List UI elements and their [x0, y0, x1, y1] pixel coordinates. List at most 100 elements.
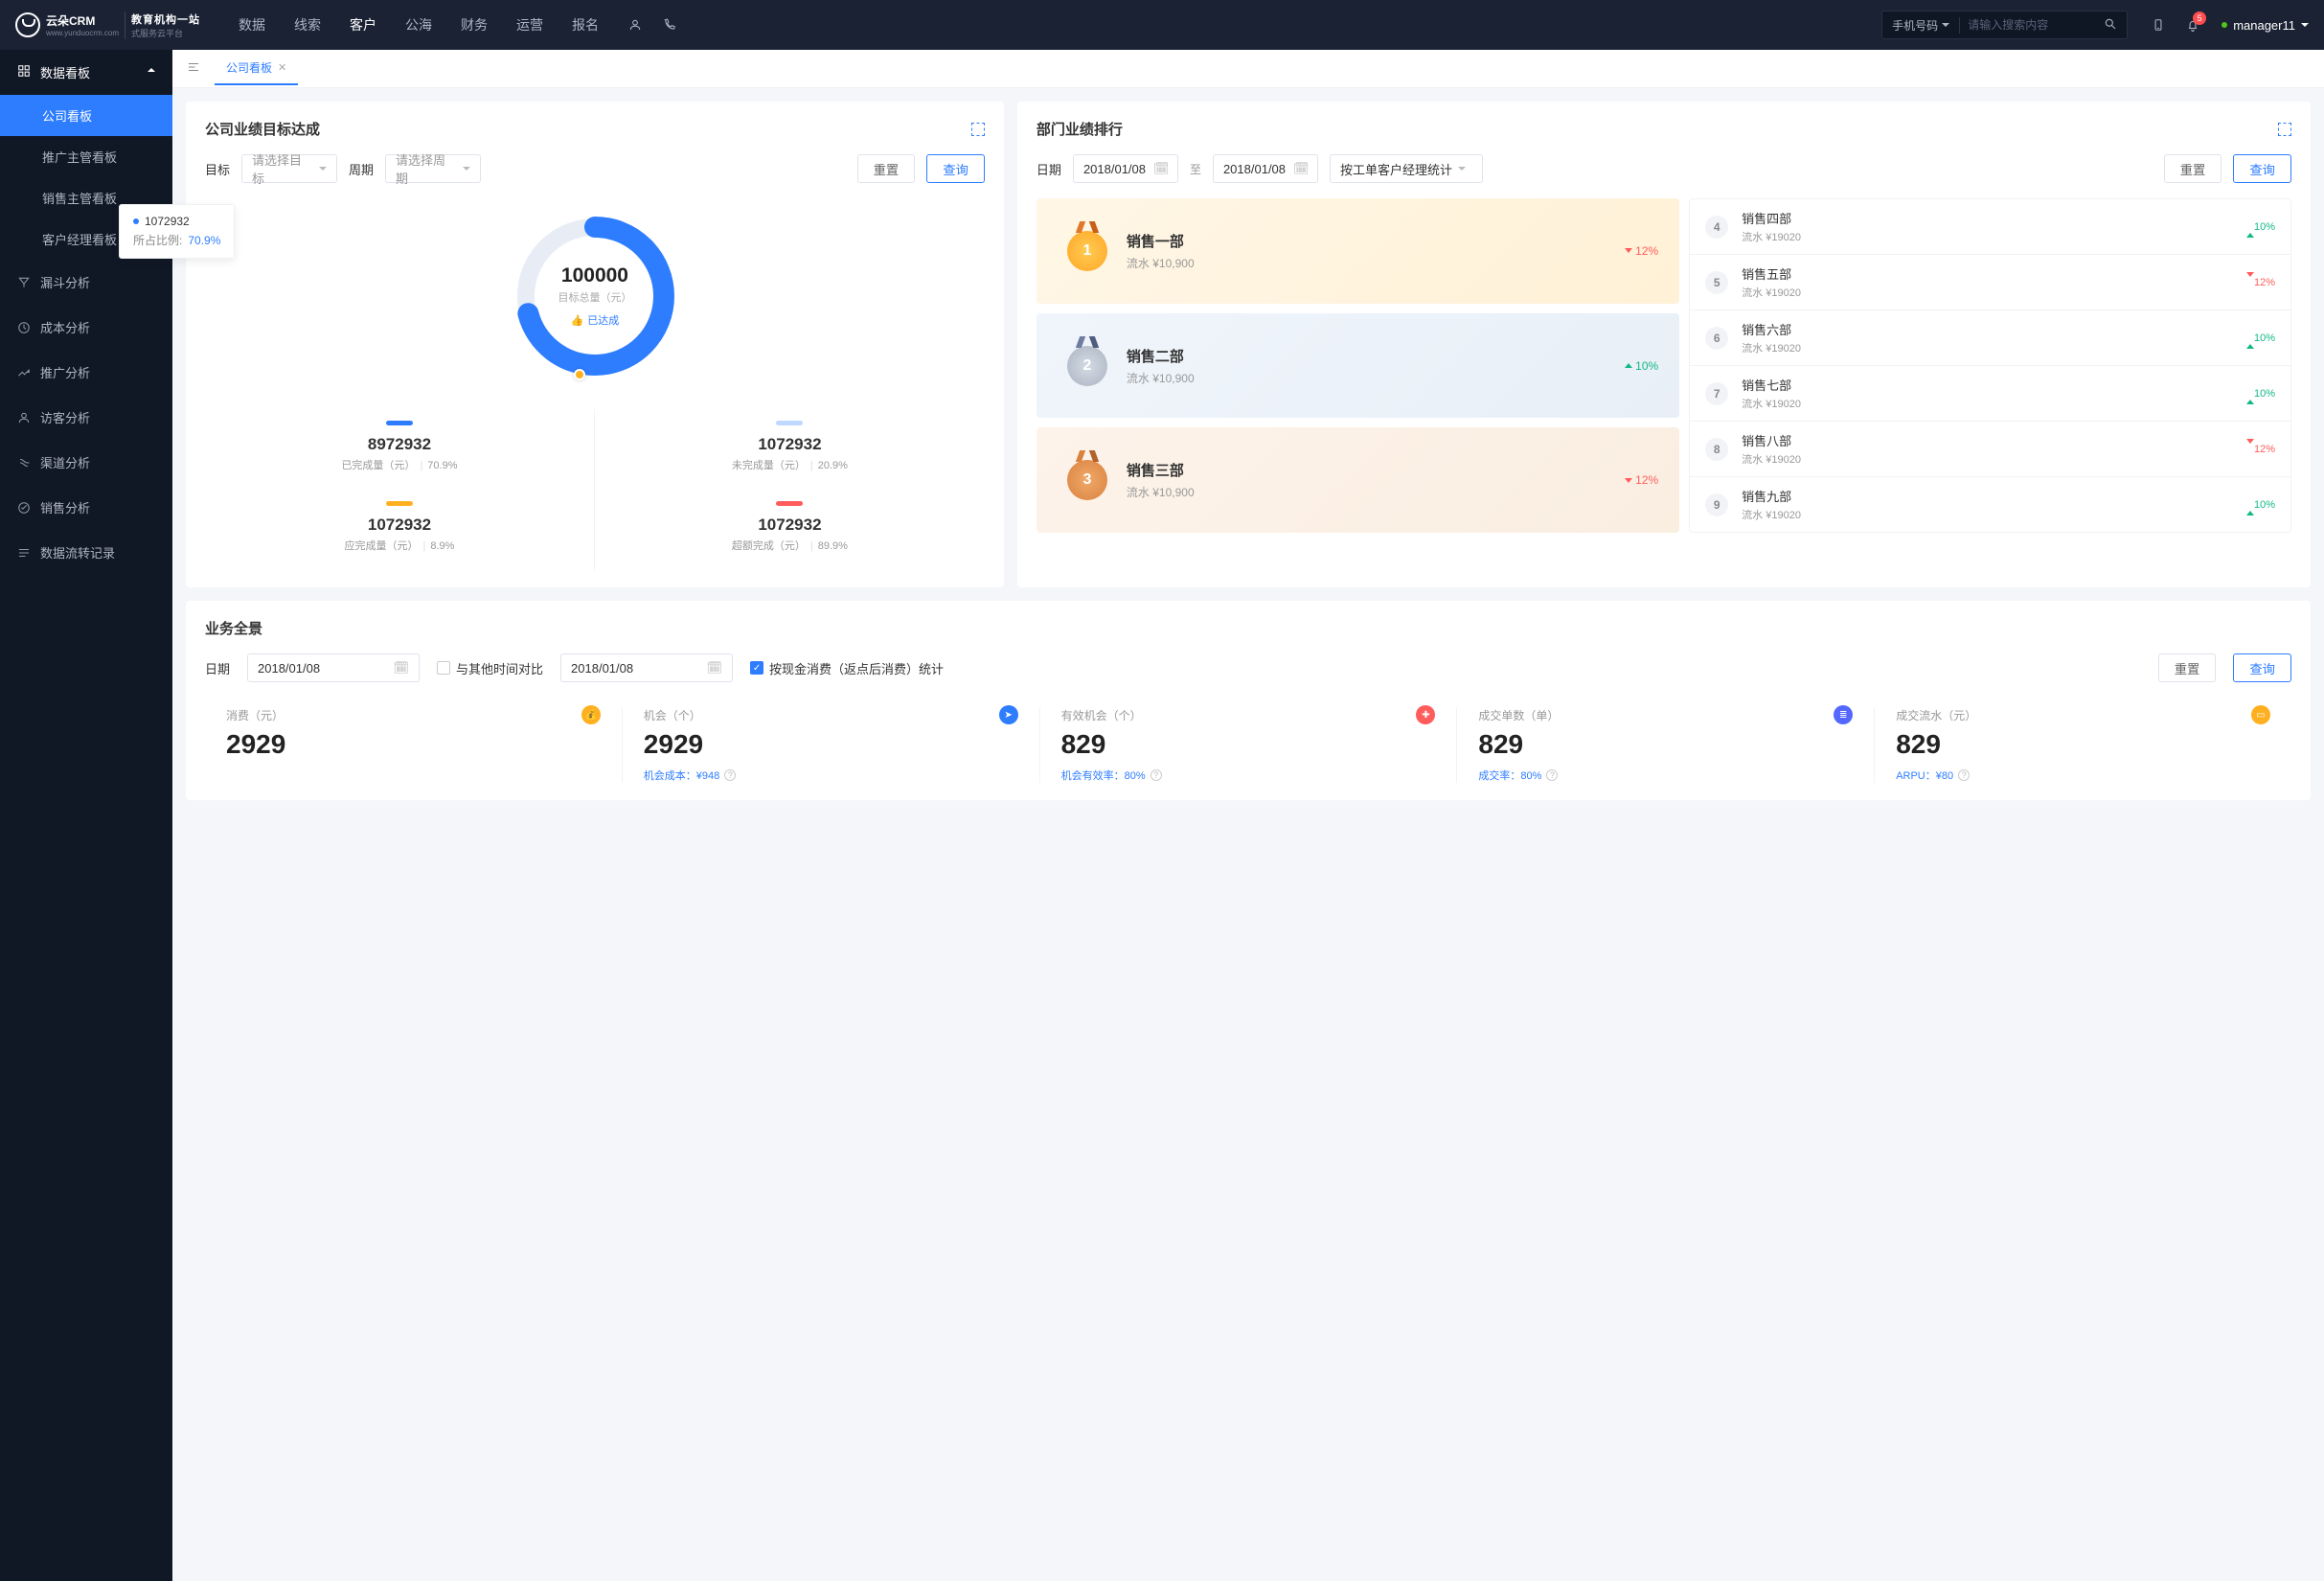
checkbox-label: 按现金消费（返点后消费）统计 — [769, 659, 944, 677]
card-rank: 部门业绩排行 日期 2018/01/08 🗓 至 2018/01/08 🗓 — [1017, 102, 2311, 587]
query-button[interactable]: 查询 — [2233, 154, 2291, 183]
card-title-label: 业务全景 — [205, 618, 262, 638]
donut-total: 100000 — [561, 264, 628, 287]
trend-indicator: 12% — [2246, 444, 2275, 455]
checkbox-label: 与其他时间对比 — [456, 659, 543, 677]
sidebar-item[interactable]: 数据流转记录 — [0, 530, 172, 575]
date-value: 2018/01/08 — [1223, 162, 1286, 176]
help-icon[interactable]: ? — [1151, 769, 1162, 781]
help-icon[interactable]: ? — [724, 769, 736, 781]
rank-number: 8 — [1705, 438, 1728, 461]
topnav-item[interactable]: 数据 — [239, 15, 265, 34]
select-period[interactable]: 请选择周期 — [385, 154, 481, 183]
podium-slot[interactable]: 2销售二部流水 ¥10,90010% — [1037, 313, 1679, 419]
sidebar-icon — [17, 411, 31, 424]
kpi-value: 829 — [1896, 729, 2291, 760]
main: 公司看板 ✕ 公司业绩目标达成 目标 请选择目标 周期 — [172, 0, 2324, 1581]
expand-icon[interactable] — [2278, 123, 2291, 136]
label-date: 日期 — [205, 659, 230, 677]
rank-row[interactable]: 4销售四部流水 ¥1902010% — [1690, 199, 2290, 255]
dept-name: 销售三部 — [1127, 460, 1195, 480]
topnav-item[interactable]: 公海 — [405, 15, 432, 34]
topnav-menu: 数据 线索 客户 公海 财务 运营 报名 — [239, 15, 599, 34]
search-type-select[interactable]: 手机号码 — [1882, 17, 1960, 34]
kpi-card: 机会（个）➤2929机会成本：¥948? — [623, 707, 1040, 783]
user-menu[interactable]: manager11 — [2221, 18, 2309, 33]
username: manager11 — [2233, 18, 2295, 33]
search-icon[interactable] — [2094, 17, 2127, 34]
close-icon[interactable]: ✕ — [278, 61, 286, 74]
chevron-up-icon — [148, 65, 155, 80]
help-icon[interactable]: ? — [1958, 769, 1970, 781]
reset-button[interactable]: 重置 — [2158, 653, 2217, 682]
date-to-input[interactable]: 2018/01/08 🗓 — [1213, 154, 1318, 183]
compare-checkbox[interactable]: 与其他时间对比 — [437, 659, 543, 677]
mobile-icon[interactable] — [2141, 8, 2176, 42]
kpi-card: 消费（元）💰2929 — [205, 707, 623, 783]
select-stat-by[interactable]: 按工单客户经理统计 — [1330, 154, 1483, 183]
kpi-card: 有效机会（个）✚829机会有效率：80%? — [1040, 707, 1458, 783]
rank-row[interactable]: 5销售五部流水 ¥1902012% — [1690, 255, 2290, 310]
help-icon[interactable]: ? — [1546, 769, 1558, 781]
query-button[interactable]: 查询 — [926, 154, 985, 183]
topnav-item[interactable]: 客户 — [350, 15, 376, 34]
cash-checkbox[interactable]: 按现金消费（返点后消费）统计 — [750, 659, 944, 677]
chart-tooltip: 1072932 所占比例:70.9% — [119, 204, 235, 259]
rank-row[interactable]: 6销售六部流水 ¥1902010% — [1690, 310, 2290, 366]
date-from-input[interactable]: 2018/01/08 🗓 — [1073, 154, 1178, 183]
dept-amount: 流水 ¥19020 — [1742, 396, 1801, 411]
phone-icon[interactable] — [652, 8, 687, 42]
rank-number: 4 — [1705, 216, 1728, 239]
sidebar-icon — [17, 366, 31, 379]
medal-icon: 2 — [1063, 342, 1111, 390]
expand-icon[interactable] — [971, 123, 985, 136]
sidebar-item[interactable]: 渠道分析 — [0, 440, 172, 485]
kpi-card: 成交单数（单）≣829成交率：80%? — [1457, 707, 1875, 783]
notifications-icon[interactable]: 5 — [2176, 8, 2210, 42]
tab-company-dashboard[interactable]: 公司看板 ✕ — [215, 52, 298, 85]
search-input[interactable] — [1960, 18, 2094, 32]
rank-row[interactable]: 7销售七部流水 ¥1902010% — [1690, 366, 2290, 422]
rank-row[interactable]: 9销售九部流水 ¥1902010% — [1690, 477, 2290, 532]
trend-indicator: 10% — [2246, 221, 2275, 233]
collapse-icon[interactable] — [182, 56, 205, 81]
logo[interactable]: 云朵CRM www.yunduocrm.com 教育机构一站 式服务云平台 — [15, 11, 200, 39]
stat-cell: 1072932应完成量（元）|8.9% — [205, 490, 595, 570]
sidebar-item[interactable]: 访客分析 — [0, 395, 172, 440]
overview-date2-input[interactable]: 2018/01/08 🗓 — [560, 653, 733, 682]
select-placeholder: 请选择目标 — [252, 150, 313, 187]
sidebar-item[interactable]: 成本分析 — [0, 305, 172, 350]
trend-indicator: 12% — [2246, 277, 2275, 288]
reset-button[interactable]: 重置 — [857, 154, 916, 183]
topnav-item[interactable]: 线索 — [294, 15, 321, 34]
podium-slot[interactable]: 1销售一部流水 ¥10,90012% — [1037, 198, 1679, 304]
dept-amount: 流水 ¥19020 — [1742, 340, 1801, 355]
sidebar-label: 销售分析 — [40, 498, 90, 516]
brand-url: www.yunduocrm.com — [46, 29, 119, 37]
reset-button[interactable]: 重置 — [2164, 154, 2222, 183]
rank-row[interactable]: 8销售八部流水 ¥1902012% — [1690, 422, 2290, 477]
kpi-sub: 机会成本：¥948? — [644, 768, 1039, 783]
sidebar-item[interactable]: 推广分析 — [0, 350, 172, 395]
sidebar-item[interactable]: 漏斗分析 — [0, 260, 172, 305]
topnav-item[interactable]: 报名 — [572, 15, 599, 34]
select-goal[interactable]: 请选择目标 — [241, 154, 337, 183]
topnav-item[interactable]: 财务 — [461, 15, 488, 34]
sidebar-sub-item[interactable]: 推广主管看板 — [0, 136, 172, 177]
topnav-item[interactable]: 运营 — [516, 15, 543, 34]
kpi-icon: ▭ — [2251, 705, 2270, 724]
user-icon[interactable] — [618, 8, 652, 42]
kpi-sub: 机会有效率：80%? — [1061, 768, 1457, 783]
rank-number: 5 — [1705, 271, 1728, 294]
dept-name: 销售五部 — [1742, 264, 1801, 283]
kpi-card: 成交流水（元）▭829ARPU：¥80? — [1875, 707, 2291, 783]
sidebar-group-dashboard[interactable]: 数据看板 — [0, 50, 172, 95]
podium-slot[interactable]: 3销售三部流水 ¥10,90012% — [1037, 427, 1679, 533]
kpi-title: 成交流水（元） — [1896, 707, 2291, 723]
overview-date1-input[interactable]: 2018/01/08 🗓 — [247, 653, 420, 682]
dept-name: 销售四部 — [1742, 209, 1801, 227]
calendar-icon: 🗓 — [394, 660, 410, 676]
sidebar-sub-item[interactable]: 公司看板 — [0, 95, 172, 136]
query-button[interactable]: 查询 — [2233, 653, 2291, 682]
sidebar-item[interactable]: 销售分析 — [0, 485, 172, 530]
